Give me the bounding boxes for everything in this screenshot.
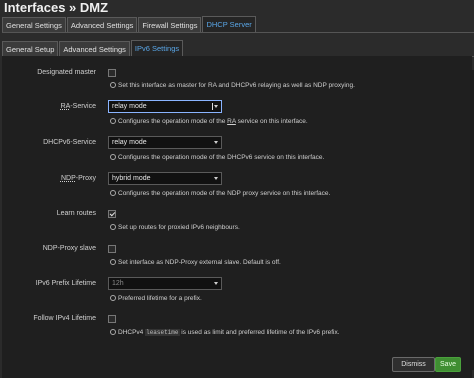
ipv6-prefix-lifetime-combobox[interactable]: 12h [108, 277, 222, 290]
info-icon [110, 259, 116, 265]
tab-ipv6-settings[interactable]: IPv6 Settings [130, 40, 184, 56]
dhcpv6-service-help: Configures the operation mode of the DHC… [110, 153, 324, 162]
tab-dhcp-server[interactable]: DHCP Server [202, 16, 256, 32]
info-icon [110, 329, 116, 335]
ipv6-prefix-lifetime-label: IPv6 Prefix Lifetime [35, 280, 96, 287]
follow-ipv4-lifetime-label: Follow IPv4 Lifetime [33, 315, 96, 322]
ndp-proxy-slave-label: NDP-Proxy slave [42, 245, 96, 252]
info-icon [110, 118, 116, 124]
scrollbar[interactable] [470, 70, 474, 370]
tab-dhcp-advanced-settings[interactable]: Advanced Settings [59, 41, 130, 56]
tab-general-settings[interactable]: General Settings [2, 17, 66, 32]
ndp-proxy-select[interactable]: hybrid mode [108, 172, 222, 185]
info-icon [110, 190, 116, 196]
chevron-down-icon [214, 141, 218, 144]
follow-ipv4-lifetime-help: DHCPv4 leasetime is used as limit and pr… [110, 328, 340, 337]
ndp-proxy-label: NDP-Proxy [60, 175, 96, 182]
learn-routes-help: Set up routes for proxied IPv6 neighbour… [110, 223, 240, 232]
tab-firewall-settings[interactable]: Firewall Settings [138, 17, 202, 32]
chevron-down-icon [214, 282, 218, 285]
secondary-tabs: General Setup Advanced Settings IPv6 Set… [2, 39, 474, 57]
info-icon [110, 154, 116, 160]
dhcpv6-service-select[interactable]: relay mode [108, 136, 222, 149]
ra-service-help: Configures the operation mode of the RA … [110, 117, 308, 126]
ndp-proxy-help: Configures the operation mode of the NDP… [110, 189, 330, 198]
ra-service-label: RA-Service [60, 103, 96, 110]
designated-master-help: Set this interface as master for RA and … [110, 81, 355, 90]
chevron-down-icon [214, 105, 218, 108]
dismiss-button[interactable]: Dismiss [392, 357, 435, 372]
info-icon [110, 224, 116, 230]
ndp-proxy-slave-help: Set interface as NDP-Proxy external slav… [110, 258, 281, 267]
designated-master-label: Designated master [37, 69, 96, 76]
settings-panel: Designated master Set this interface as … [2, 56, 472, 378]
ndp-proxy-slave-checkbox[interactable] [108, 245, 116, 253]
chevron-down-icon [214, 177, 218, 180]
ra-service-select[interactable]: relay mode [108, 100, 222, 113]
info-icon [110, 82, 116, 88]
dhcpv6-service-label: DHCPv6-Service [43, 139, 96, 146]
tab-advanced-settings[interactable]: Advanced Settings [66, 17, 138, 32]
learn-routes-checkbox[interactable] [108, 210, 116, 218]
text-cursor [212, 103, 213, 110]
save-button[interactable]: Save [435, 357, 461, 372]
follow-ipv4-lifetime-checkbox[interactable] [108, 315, 116, 323]
learn-routes-label: Learn routes [56, 210, 96, 217]
ipv6-prefix-lifetime-help: Preferred lifetime for a prefix. [110, 294, 202, 303]
designated-master-checkbox[interactable] [108, 69, 116, 77]
tab-general-setup[interactable]: General Setup [2, 41, 59, 56]
info-icon [110, 295, 116, 301]
primary-tabs: General Settings Advanced Settings Firew… [2, 14, 474, 33]
